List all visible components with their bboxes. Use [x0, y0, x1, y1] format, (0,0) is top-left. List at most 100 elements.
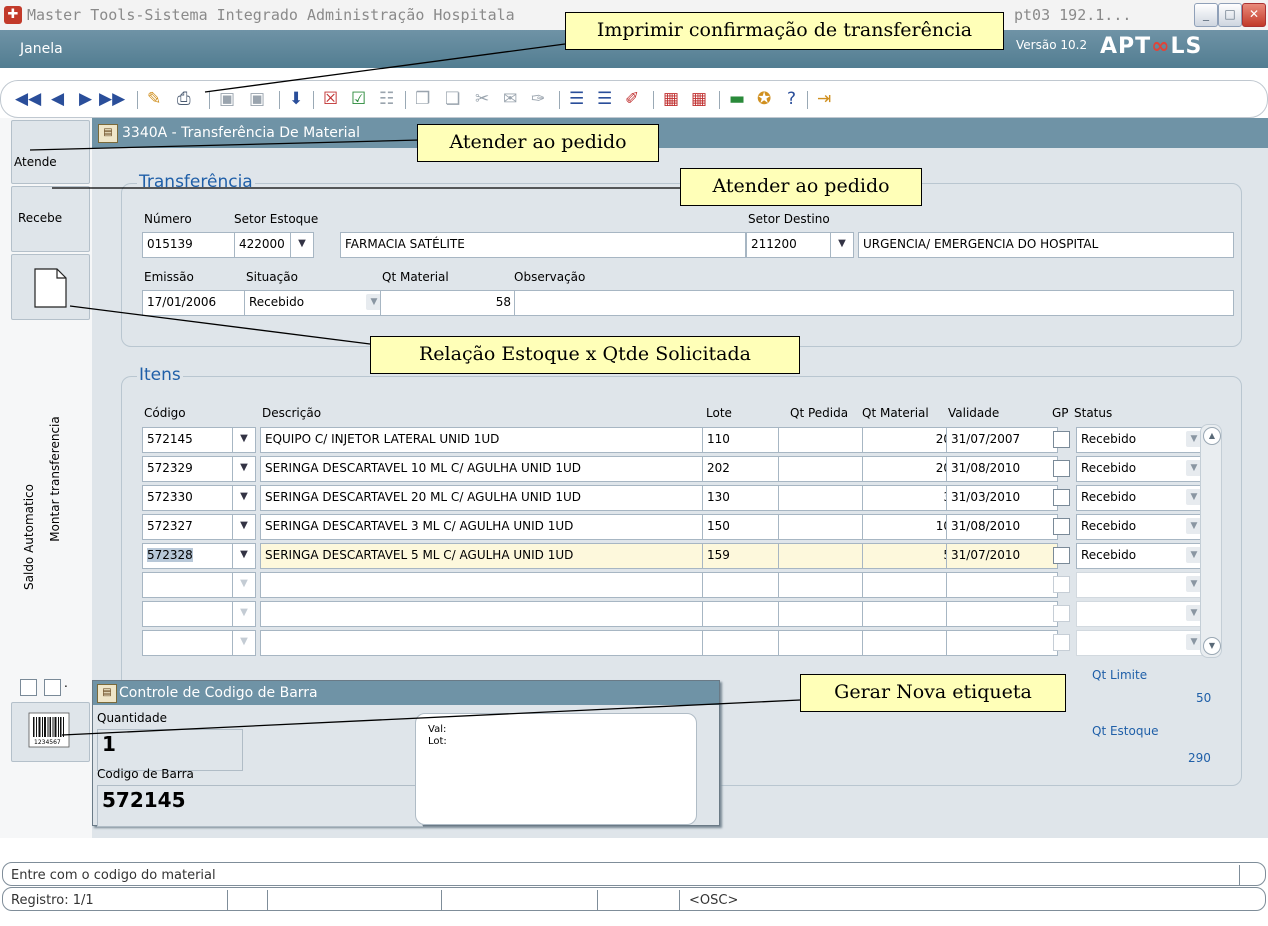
setor-destino-code-field[interactable]: 211200: [746, 232, 838, 258]
setor-destino-dropdown[interactable]: ▼: [830, 232, 854, 258]
status-select[interactable]: Recebido ▼: [1076, 543, 1206, 569]
cell-validade[interactable]: 31/03/2010: [946, 485, 1058, 511]
cell-qt-material[interactable]: 3: [862, 485, 956, 511]
barcode-button[interactable]: 1234567: [11, 702, 90, 762]
cell-descricao[interactable]: SERINGA DESCARTAVEL 3 ML C/ AGULHA UNID …: [260, 514, 712, 540]
status-select[interactable]: Recebido ▼: [1076, 485, 1206, 511]
cell-codigo[interactable]: 572328: [142, 543, 240, 569]
cell-lote[interactable]: [702, 572, 788, 598]
etiqueta-memo[interactable]: Val: Lot:: [415, 713, 697, 825]
paste-icon[interactable]: ❏: [445, 89, 460, 109]
cell-qt-material[interactable]: [862, 572, 956, 598]
cell-validade[interactable]: 31/08/2010: [946, 456, 1058, 482]
duplicate-icon[interactable]: ☷: [379, 89, 394, 109]
cell-codigo[interactable]: [142, 630, 240, 656]
clear-icon[interactable]: ✉: [503, 89, 517, 109]
cell-codigo[interactable]: [142, 601, 240, 627]
codigo-dropdown[interactable]: ▼: [232, 427, 256, 453]
cell-codigo[interactable]: [142, 572, 240, 598]
cell-descricao[interactable]: SERINGA DESCARTAVEL 20 ML C/ AGULHA UNID…: [260, 485, 712, 511]
cell-validade[interactable]: [946, 630, 1058, 656]
help-icon[interactable]: ?: [787, 89, 796, 109]
quantidade-field[interactable]: 1: [97, 729, 243, 771]
cell-qt-pedida[interactable]: [778, 572, 872, 598]
setor-estoque-name-field[interactable]: FARMACIA SATÉLITE: [340, 232, 746, 258]
cell-qt-pedida[interactable]: [778, 485, 872, 511]
minimize-icon[interactable]: _: [1194, 3, 1218, 27]
cell-lote[interactable]: [702, 601, 788, 627]
cell-lote[interactable]: 130: [702, 485, 788, 511]
gp-checkbox[interactable]: [1053, 605, 1070, 622]
status-select[interactable]: Recebido ▼: [1076, 456, 1206, 482]
previous-record-icon[interactable]: ◀: [51, 89, 64, 109]
cell-validade[interactable]: [946, 601, 1058, 627]
cell-lote[interactable]: [702, 630, 788, 656]
cell-lote[interactable]: 110: [702, 427, 788, 453]
codigo-dropdown[interactable]: ▼: [232, 572, 256, 598]
status-select[interactable]: ▼: [1076, 630, 1206, 656]
atende-button[interactable]: Atende: [11, 120, 90, 184]
close-icon[interactable]: ✕: [1242, 3, 1266, 27]
cell-descricao[interactable]: [260, 601, 712, 627]
cell-qt-pedida[interactable]: [778, 427, 872, 453]
numero-field[interactable]: 015139: [142, 232, 240, 258]
situacao-select[interactable]: Recebido ▼: [244, 290, 386, 316]
window-icon[interactable]: ▦: [663, 89, 679, 109]
observacao-field[interactable]: [514, 290, 1234, 316]
cut-icon[interactable]: ✂: [475, 89, 489, 109]
help-wizard-icon[interactable]: ✪: [757, 89, 771, 109]
cell-codigo[interactable]: 572327: [142, 514, 240, 540]
cell-qt-pedida[interactable]: [778, 543, 872, 569]
copy-icon[interactable]: ❐: [415, 89, 430, 109]
codigo-dropdown[interactable]: ▼: [232, 514, 256, 540]
menu-janela[interactable]: Janela: [20, 41, 63, 57]
exit-icon[interactable]: ⇥: [817, 89, 831, 109]
cell-descricao[interactable]: SERINGA DESCARTAVEL 5 ML C/ AGULHA UNID …: [260, 543, 712, 569]
option-checkbox-1[interactable]: [20, 679, 37, 696]
save-icon[interactable]: ⬇: [289, 89, 303, 109]
tool-icon[interactable]: ✐: [625, 89, 639, 109]
status-select[interactable]: Recebido ▼: [1076, 427, 1206, 453]
itens-scrollbar[interactable]: ▲ ▼: [1200, 424, 1222, 658]
cell-qt-material[interactable]: 20: [862, 456, 956, 482]
query-icon[interactable]: ▣: [219, 89, 235, 109]
last-record-icon[interactable]: ▶▶: [99, 89, 125, 109]
montar-transferencia-button[interactable]: Montar transferencia: [48, 379, 62, 579]
saldo-automatico-button[interactable]: Saldo Automatico: [22, 437, 36, 637]
edit-icon[interactable]: ✎: [147, 89, 161, 109]
cell-qt-material[interactable]: [862, 630, 956, 656]
cell-qt-material[interactable]: 5: [862, 543, 956, 569]
cell-qt-pedida[interactable]: [778, 630, 872, 656]
codigo-dropdown[interactable]: ▼: [232, 485, 256, 511]
qt-material-field[interactable]: 58: [380, 290, 516, 316]
clear-field-icon[interactable]: ✑: [531, 89, 545, 109]
recebe-button[interactable]: Recebe: [11, 186, 90, 252]
cell-lote[interactable]: 202: [702, 456, 788, 482]
setor-estoque-dropdown[interactable]: ▼: [290, 232, 314, 258]
gp-checkbox[interactable]: [1053, 518, 1070, 535]
setor-destino-name-field[interactable]: URGENCIA/ EMERGENCIA DO HOSPITAL: [858, 232, 1234, 258]
gp-checkbox[interactable]: [1053, 576, 1070, 593]
cell-codigo[interactable]: 572145: [142, 427, 240, 453]
cell-codigo[interactable]: 572329: [142, 456, 240, 482]
window-list-icon[interactable]: ▦: [691, 89, 707, 109]
cell-validade[interactable]: 31/07/2007: [946, 427, 1058, 453]
delete-record-icon[interactable]: ☑: [351, 89, 366, 109]
cell-descricao[interactable]: SERINGA DESCARTAVEL 10 ML C/ AGULHA UNID…: [260, 456, 712, 482]
cell-validade[interactable]: 31/08/2010: [946, 514, 1058, 540]
relacao-estoque-button[interactable]: [11, 254, 90, 320]
cell-qt-pedida[interactable]: [778, 456, 872, 482]
cell-validade[interactable]: [946, 572, 1058, 598]
codigo-dropdown[interactable]: ▼: [232, 601, 256, 627]
insert-record-icon[interactable]: ☒: [323, 89, 338, 109]
scroll-up-icon[interactable]: ▲: [1203, 427, 1221, 445]
cell-qt-pedida[interactable]: [778, 601, 872, 627]
first-record-icon[interactable]: ◀◀: [15, 89, 41, 109]
cell-qt-pedida[interactable]: [778, 514, 872, 540]
codigo-dropdown[interactable]: ▼: [232, 456, 256, 482]
cell-codigo[interactable]: 572330: [142, 485, 240, 511]
emissao-field[interactable]: 17/01/2006: [142, 290, 250, 316]
cell-lote[interactable]: 150: [702, 514, 788, 540]
codigo-dropdown[interactable]: ▼: [232, 543, 256, 569]
cell-descricao[interactable]: [260, 630, 712, 656]
